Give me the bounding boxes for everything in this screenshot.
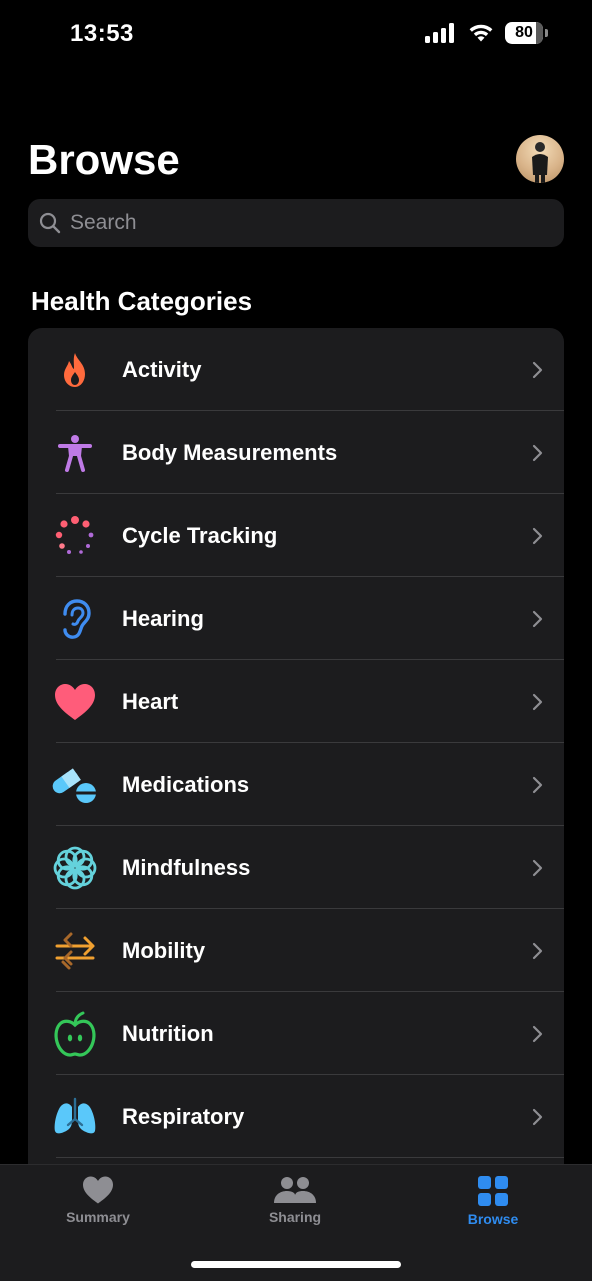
category-row-hearing[interactable]: Hearing xyxy=(28,577,564,660)
person-figure-icon xyxy=(52,430,98,476)
home-indicator[interactable] xyxy=(191,1261,401,1268)
wifi-icon xyxy=(469,24,493,42)
category-row-heart[interactable]: Heart xyxy=(28,660,564,743)
category-label: Activity xyxy=(122,357,202,382)
flower-icon xyxy=(52,845,98,891)
category-label: Mindfulness xyxy=(122,855,251,880)
category-row-mindfulness[interactable]: Mindfulness xyxy=(28,826,564,909)
chevron-right-icon xyxy=(532,859,543,877)
chevron-right-icon xyxy=(532,693,543,711)
search-bar[interactable] xyxy=(28,199,564,247)
ear-icon xyxy=(52,596,98,642)
tab-label: Sharing xyxy=(268,1209,322,1225)
pills-icon xyxy=(52,762,98,808)
heart-icon xyxy=(52,679,98,725)
category-label: Hearing xyxy=(122,606,204,631)
health-categories-list: Activity Body Measurements Cycle Trackin… xyxy=(28,328,564,1188)
tab-browse[interactable]: Browse xyxy=(423,1175,563,1239)
battery-nub xyxy=(545,29,548,37)
section-title: Health Categories xyxy=(31,286,253,316)
profile-photo-icon xyxy=(532,142,548,183)
chevron-right-icon xyxy=(532,610,543,628)
status-time: 13:53 xyxy=(70,20,134,47)
heart-icon xyxy=(83,1176,113,1204)
grid-icon xyxy=(478,1176,508,1206)
chevron-right-icon xyxy=(532,527,543,545)
search-input[interactable] xyxy=(68,210,532,236)
people-icon xyxy=(274,1177,316,1203)
category-row-cycle-tracking[interactable]: Cycle Tracking xyxy=(28,494,564,577)
category-label: Heart xyxy=(122,689,179,714)
chevron-right-icon xyxy=(532,1025,543,1043)
chevron-right-icon xyxy=(532,942,543,960)
chevron-right-icon xyxy=(532,444,543,462)
category-label: Medications xyxy=(122,772,250,797)
category-label: Respiratory xyxy=(122,1104,245,1129)
category-row-body-measurements[interactable]: Body Measurements xyxy=(28,411,564,494)
apple-icon xyxy=(52,1011,98,1057)
tab-label: Summary xyxy=(66,1209,130,1225)
avatar[interactable] xyxy=(516,135,564,183)
battery-level: 80 xyxy=(515,24,533,41)
cycle-dots-icon xyxy=(52,513,98,559)
category-label: Body Measurements xyxy=(122,440,338,465)
chevron-right-icon xyxy=(532,361,543,379)
category-row-activity[interactable]: Activity xyxy=(28,328,564,411)
category-label: Nutrition xyxy=(122,1021,214,1046)
tab-summary[interactable]: Summary xyxy=(28,1175,168,1239)
category-row-nutrition[interactable]: Nutrition xyxy=(28,992,564,1075)
category-label: Mobility xyxy=(122,938,206,963)
chevron-right-icon xyxy=(532,776,543,794)
page-title: Browse xyxy=(28,136,180,183)
arrows-icon xyxy=(52,928,98,974)
category-label: Cycle Tracking xyxy=(122,523,278,548)
flame-icon xyxy=(52,347,98,393)
divider xyxy=(56,1157,564,1158)
status-bar: 13:53 80 xyxy=(0,0,592,72)
search-icon xyxy=(39,212,61,234)
chevron-right-icon xyxy=(532,1108,543,1126)
tab-sharing[interactable]: Sharing xyxy=(225,1175,365,1239)
category-row-respiratory[interactable]: Respiratory xyxy=(28,1075,564,1158)
status-icons: 80 xyxy=(425,22,548,44)
battery-indicator: 80 xyxy=(505,22,543,44)
lungs-icon xyxy=(52,1094,98,1140)
category-row-medications[interactable]: Medications xyxy=(28,743,564,826)
tab-label: Browse xyxy=(467,1211,519,1227)
category-row-mobility[interactable]: Mobility xyxy=(28,909,564,992)
cellular-signal-icon xyxy=(425,23,454,43)
